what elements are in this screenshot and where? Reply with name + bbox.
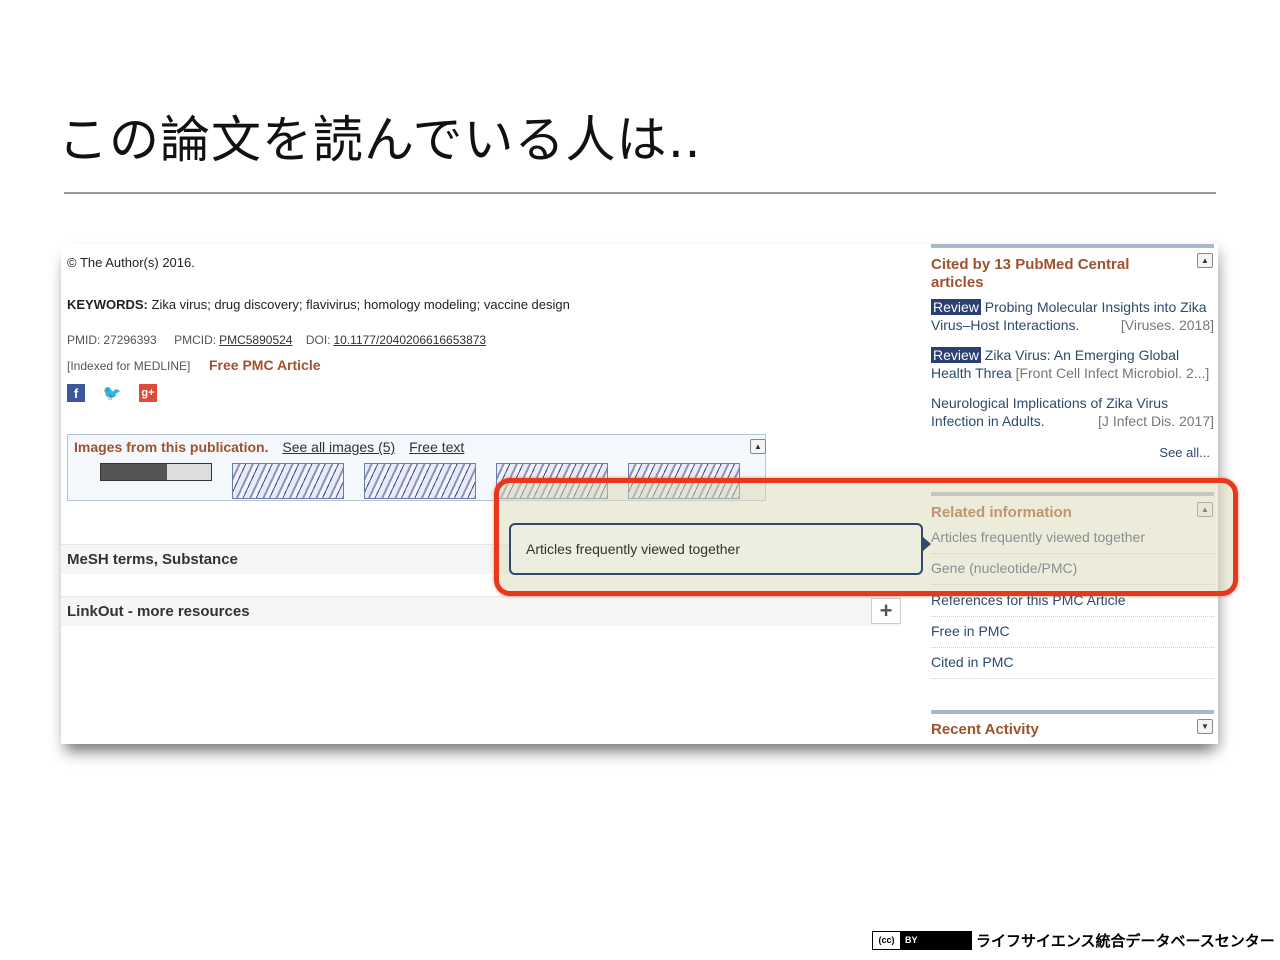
related-item-free-in-pmc[interactable]: Free in PMC bbox=[931, 623, 1214, 648]
organization-name: ライフサイエンス統合データベースセンター bbox=[976, 932, 1275, 950]
creative-commons-badge: (cc) BY bbox=[872, 931, 972, 950]
sidebar-divider bbox=[931, 244, 1214, 248]
doi-link[interactable]: 10.1177/2040206616653873 bbox=[333, 333, 486, 347]
keywords-label: KEYWORDS: bbox=[67, 297, 148, 312]
pmid-label: PMID: bbox=[67, 333, 101, 347]
sidebar-divider bbox=[931, 710, 1214, 714]
pmcid-label: PMCID: bbox=[174, 333, 217, 347]
free-pmc-article-link[interactable]: Free PMC Article bbox=[209, 357, 321, 373]
citation-item[interactable]: Neurological Implications of Zika Virus … bbox=[931, 394, 1214, 430]
cited-by-title[interactable]: Cited by 13 PubMed Central articles bbox=[931, 256, 1151, 292]
recent-activity-title[interactable]: Recent Activity bbox=[931, 721, 1039, 739]
images-header: Images from this publication. See all im… bbox=[74, 439, 474, 455]
title-divider bbox=[64, 192, 1216, 194]
indexed-medline: [Indexed for MEDLINE] bbox=[67, 359, 191, 373]
keywords: KEYWORDS: Zika virus; drug discovery; fl… bbox=[67, 297, 570, 312]
article-ids: PMID: 27296393 PMCID: PMC5890524 DOI: 10.11… bbox=[67, 333, 496, 347]
citation-source: [Front Cell Infect Microbiol. 2...] bbox=[1015, 365, 1210, 381]
pmcid-link[interactable]: PMC5890524 bbox=[219, 333, 292, 347]
see-all-images-link[interactable]: See all images (5) bbox=[282, 439, 395, 455]
figure-thumbnail[interactable] bbox=[100, 463, 212, 481]
keywords-list: Zika virus; drug discovery; flavivirus; … bbox=[151, 297, 570, 312]
doi-label: DOI: bbox=[305, 333, 331, 347]
copyright-text: © The Author(s) 2016. bbox=[67, 255, 195, 270]
figure-thumbnail[interactable] bbox=[232, 463, 344, 499]
related-item-cited-in-pmc[interactable]: Cited in PMC bbox=[931, 654, 1214, 679]
citation-source: [J Infect Dis. 2017] bbox=[1098, 413, 1214, 429]
images-title: Images from this publication. bbox=[74, 439, 269, 455]
linkout-section[interactable]: LinkOut - more resources bbox=[61, 596, 901, 626]
review-badge: Review bbox=[931, 347, 981, 363]
expand-recent-activity-button[interactable]: ▼ bbox=[1197, 719, 1213, 734]
citation-item[interactable]: Review Probing Molecular Insights into Z… bbox=[931, 298, 1214, 334]
callout-tooltip: Articles frequently viewed together bbox=[509, 523, 931, 575]
google-plus-icon[interactable]: g+ bbox=[139, 384, 157, 402]
twitter-icon[interactable]: 🐦 bbox=[103, 384, 122, 402]
citation-item[interactable]: Review Zika Virus: An Emerging Global He… bbox=[931, 346, 1214, 382]
free-text-link[interactable]: Free text bbox=[409, 439, 464, 455]
citation-source: [Viruses. 2018] bbox=[1120, 317, 1214, 333]
see-all-citations-link[interactable]: See all... bbox=[1159, 445, 1210, 460]
pmid-value: 27296393 bbox=[103, 333, 157, 347]
expand-linkout-button[interactable]: + bbox=[871, 598, 901, 624]
facebook-icon[interactable]: f bbox=[67, 384, 85, 402]
collapse-cited-button[interactable]: ▲ bbox=[1197, 253, 1213, 268]
social-share: f 🐦 g+ bbox=[67, 384, 157, 402]
by-icon: BY bbox=[901, 932, 971, 949]
review-badge: Review bbox=[931, 299, 981, 315]
slide-title: この論文を読んでいる人は‥ bbox=[58, 111, 702, 169]
figure-thumbnail[interactable] bbox=[364, 463, 476, 499]
cc-icon: (cc) bbox=[873, 932, 901, 949]
slide-footer: (cc) BY ライフサイエンス統合データベースセンター bbox=[872, 930, 1275, 951]
collapse-images-button[interactable]: ▲ bbox=[750, 439, 766, 454]
